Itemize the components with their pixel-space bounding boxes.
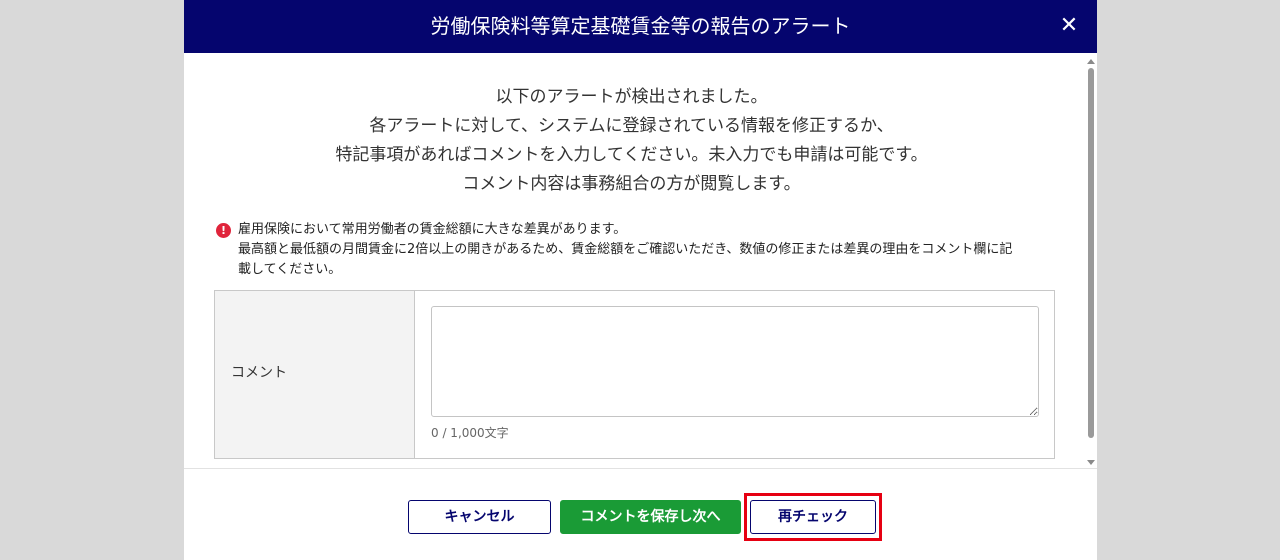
intro-line: 以下のアラートが検出されました。 — [495, 87, 768, 107]
modal-footer: キャンセル コメントを保存し次へ 再チェック — [184, 468, 1097, 560]
comment-label: コメント — [231, 365, 287, 381]
alert-line: 最高額と最低額の月間賃金に2倍以上の開きがあるため、賃金総額をご確認いただき、数… — [238, 242, 1013, 257]
cancel-button[interactable]: キャンセル — [408, 500, 551, 534]
comment-table: コメント 0 / 1,000文字 — [214, 290, 1055, 459]
comment-label-cell: コメント — [215, 291, 415, 458]
intro-message: 以下のアラートが検出されました。 各アラートに対して、システムに登録されている情… — [184, 83, 1079, 199]
modal-body: 以下のアラートが検出されました。 各アラートに対して、システムに登録されている情… — [184, 53, 1097, 468]
intro-line: 各アラートに対して、システムに登録されている情報を修正するか、 — [369, 116, 894, 136]
alert-line: 雇用保険において常用労働者の賃金総額に大きな差異があります。 — [238, 222, 627, 237]
scroll-thumb[interactable] — [1088, 68, 1094, 438]
alert-message: 雇用保険において常用労働者の賃金総額に大きな差異があります。 最高額と最低額の月… — [238, 220, 1058, 280]
modal-title: 労働保険料等算定基礎賃金等の報告のアラート — [430, 14, 851, 38]
comment-textarea[interactable] — [431, 306, 1039, 417]
alert-modal: 労働保険料等算定基礎賃金等の報告のアラート ✕ 以下のアラートが検出されました。… — [184, 0, 1097, 560]
intro-line: 特記事項があればコメントを入力してください。未入力でも申請は可能です。 — [335, 145, 928, 165]
vertical-scrollbar[interactable] — [1085, 56, 1097, 468]
scroll-up-arrow-icon[interactable] — [1087, 59, 1095, 64]
close-icon[interactable]: ✕ — [1055, 12, 1083, 40]
alert-line: 載してください。 — [238, 262, 342, 277]
recheck-button[interactable]: 再チェック — [750, 500, 876, 534]
exclamation-icon: ! — [216, 223, 231, 238]
scroll-down-arrow-icon[interactable] — [1087, 460, 1095, 465]
intro-line: コメント内容は事務組合の方が閲覧します。 — [462, 174, 801, 194]
char-count: 0 / 1,000文字 — [431, 426, 509, 440]
modal-header: 労働保険料等算定基礎賃金等の報告のアラート ✕ — [184, 0, 1097, 53]
save-and-next-button[interactable]: コメントを保存し次へ — [560, 500, 741, 534]
